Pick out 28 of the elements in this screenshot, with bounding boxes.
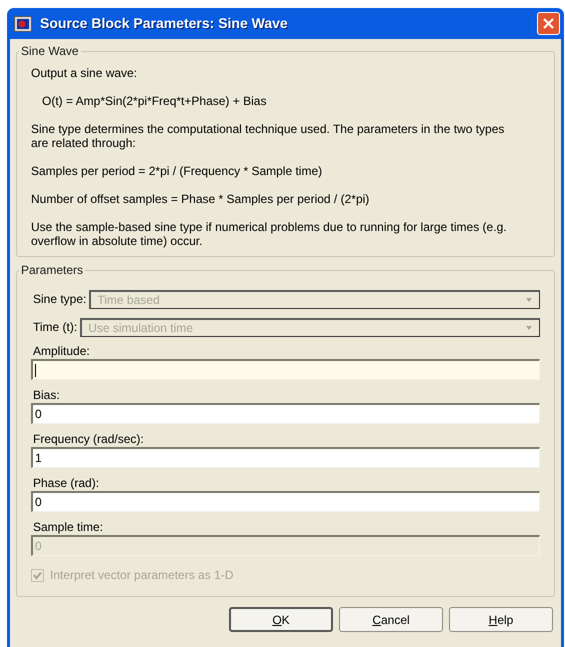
description-text: Use the sample-based sine type if numerical problems due to running for large times (e.g. overflow in absolute time) occur.: [31, 220, 508, 248]
window-title: Source Block Parameters: Sine Wave: [40, 14, 289, 33]
input-field[interactable]: 1: [31, 447, 540, 468]
dialog-button[interactable]: OK: [229, 607, 333, 632]
description-text: Number of offset samples = Phase * Samples per period / (2*pi): [31, 192, 370, 206]
checkbox-label: Interpret vector parameters as 1-D: [50, 567, 234, 584]
description-text: Sine type determines the computational technique used. The parameters in the two types are related through:: [31, 122, 506, 150]
group-title: Parameters: [20, 262, 84, 279]
field-label: Bias:: [32, 387, 61, 403]
input-field[interactable]: 0: [31, 403, 540, 424]
field-label: Time (t):: [32, 319, 78, 336]
dialog-button[interactable]: Cancel: [339, 607, 443, 632]
description-text: O(t) = Amp*Sin(2*pi*Freq*t+Phase) + Bias: [41, 94, 268, 108]
input-field[interactable]: [31, 359, 540, 380]
input-field[interactable]: 0: [31, 491, 540, 512]
field-label: Amplitude:: [32, 343, 91, 359]
app-icon: [14, 16, 32, 32]
field-label: Sine type:: [32, 291, 86, 308]
dialog-button[interactable]: Help: [449, 607, 553, 632]
field-label: Phase (rad):: [32, 475, 100, 491]
close-button[interactable]: [537, 12, 560, 35]
group-title: Sine Wave: [20, 43, 80, 60]
field-label: Sample time:: [32, 519, 104, 535]
description-text: Output a sine wave:: [31, 66, 138, 80]
field-label: Frequency (rad/sec):: [32, 431, 145, 447]
text-cursor: [35, 364, 36, 376]
close-icon: [543, 18, 554, 29]
description-text: Samples per period = 2*pi / (Frequency * Sample time): [31, 164, 324, 178]
